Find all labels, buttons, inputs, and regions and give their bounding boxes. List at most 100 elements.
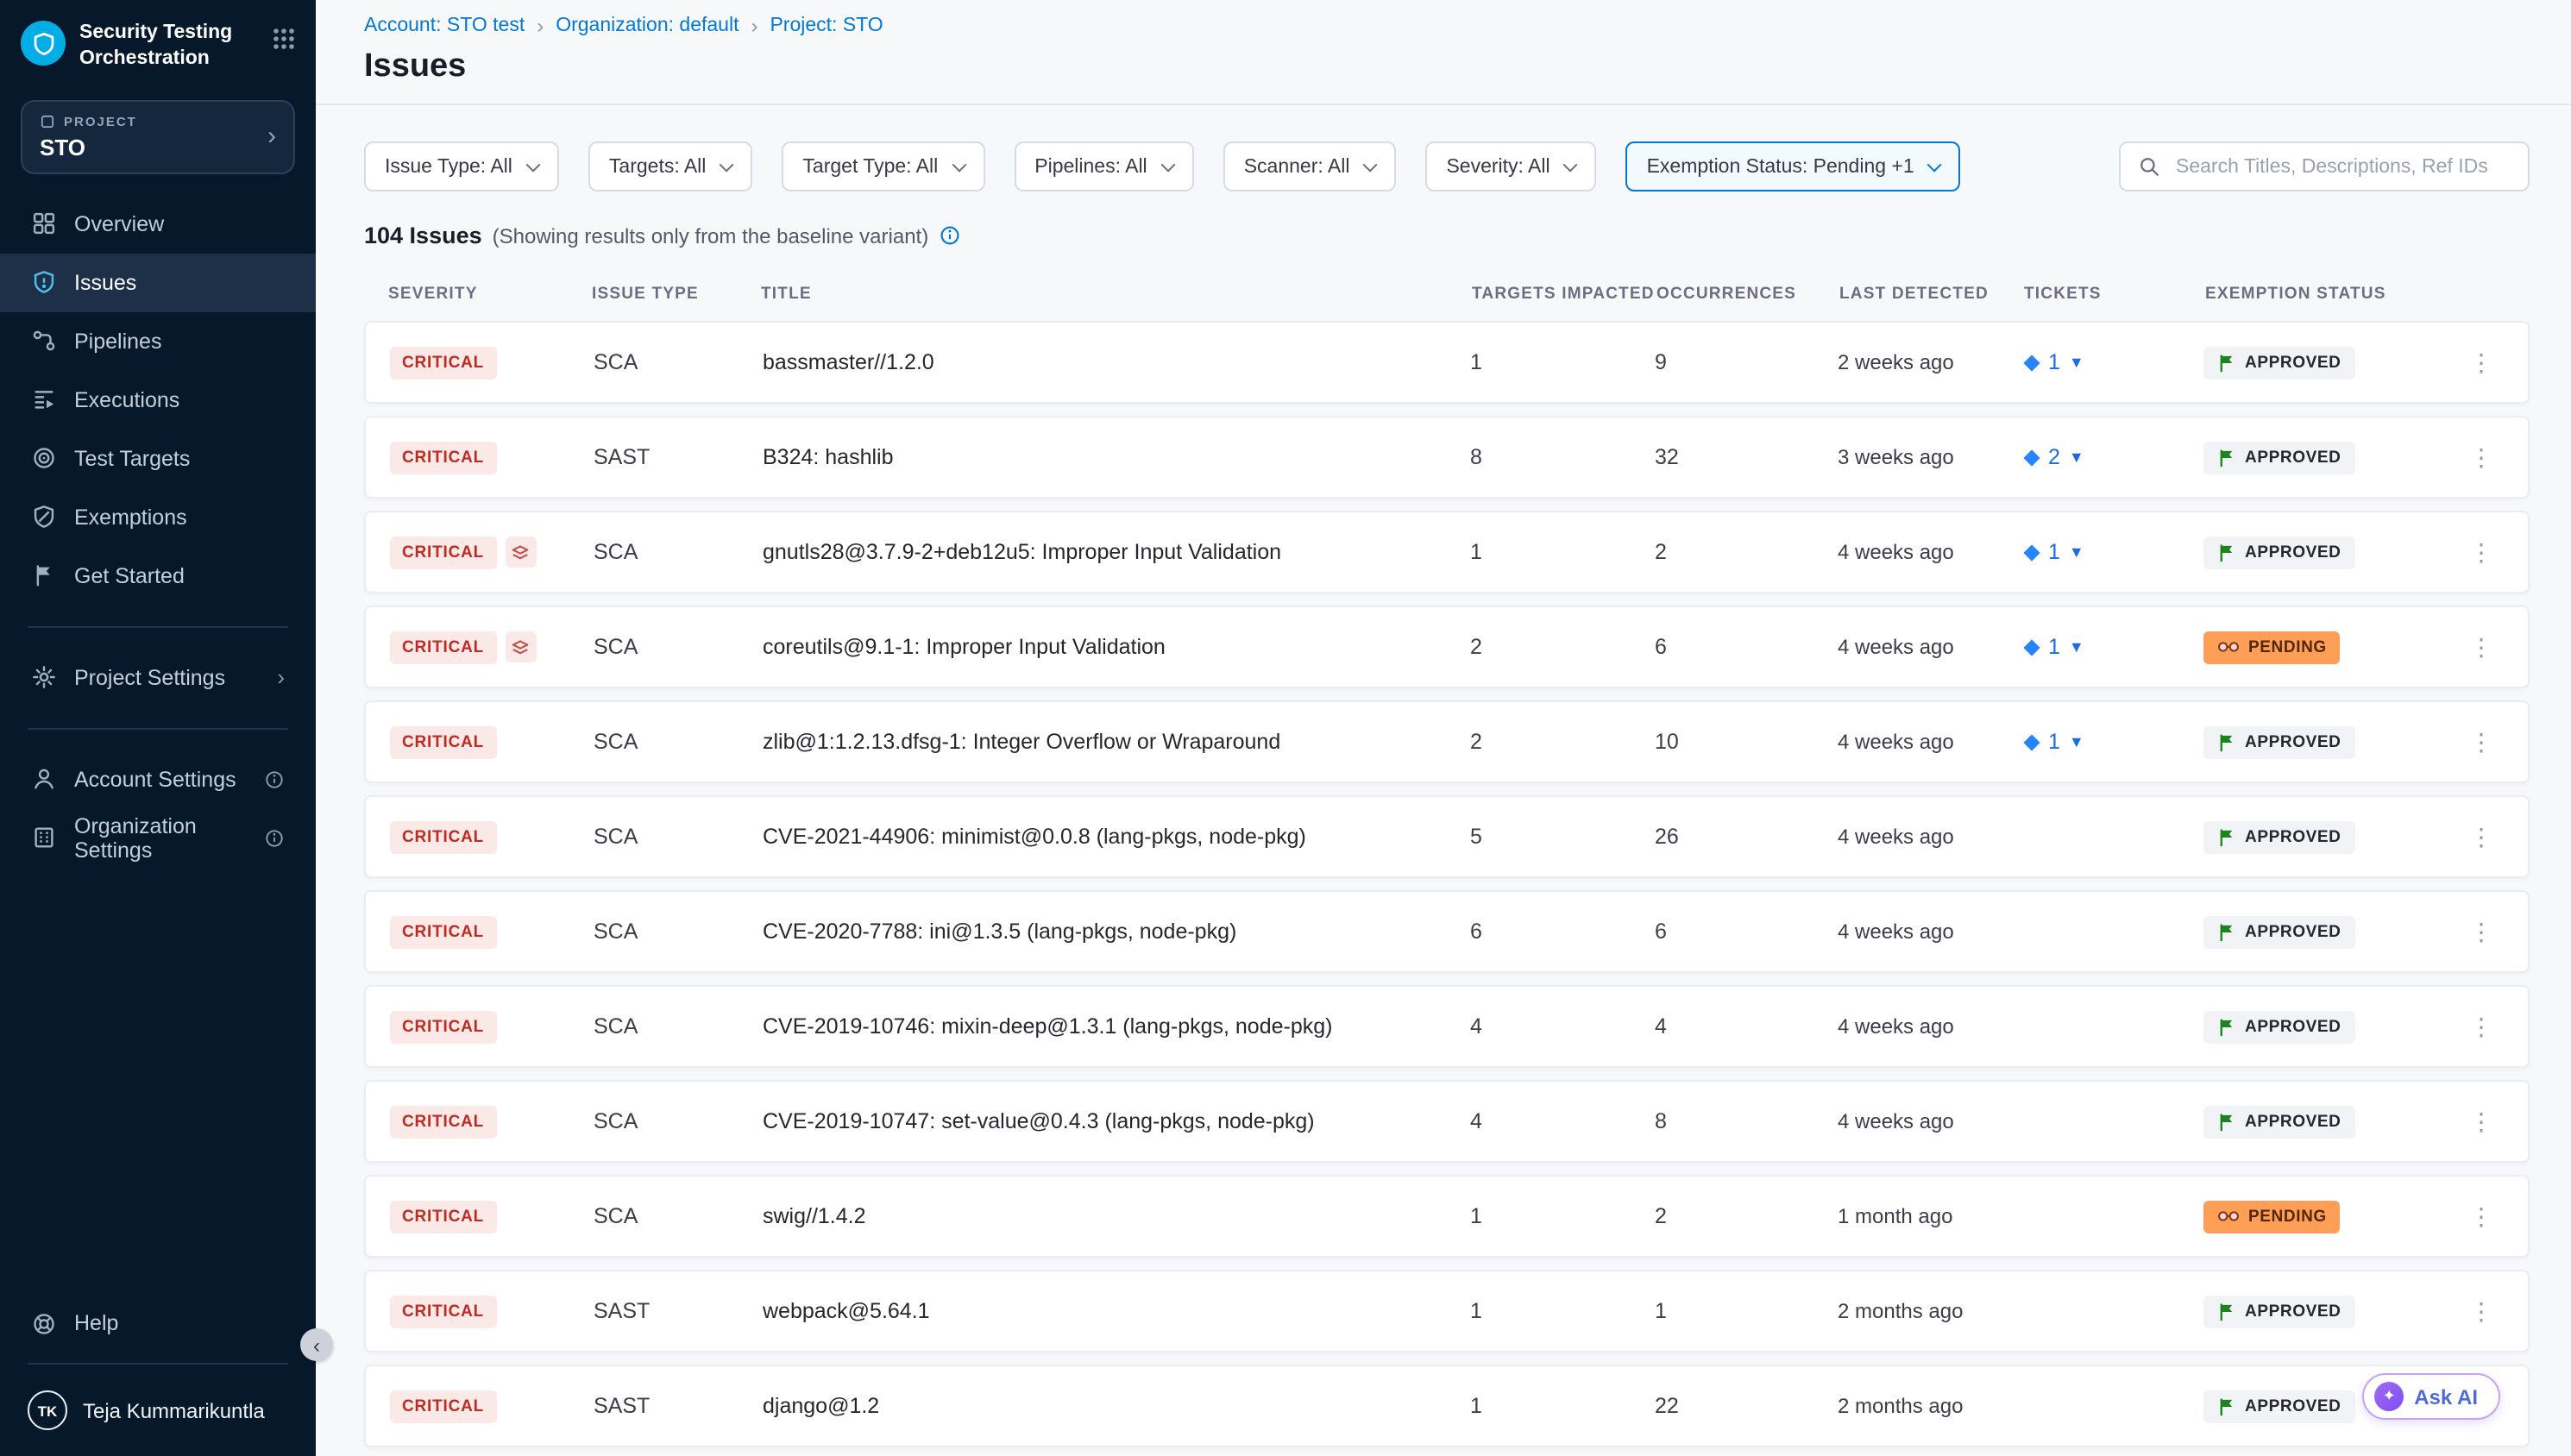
sidebar-item-organization-settings[interactable]: Organization Settings bbox=[0, 809, 316, 868]
row-menu-button[interactable]: ⋮ bbox=[2459, 442, 2504, 472]
issue-title[interactable]: CVE-2019-10746: mixin-deep@1.3.1 (lang-p… bbox=[763, 1014, 1470, 1039]
table-row[interactable]: CRITICAL SCA bassmaster//1.2.0 1 9 2 wee… bbox=[364, 321, 2530, 404]
search-input[interactable] bbox=[2172, 154, 2511, 179]
issue-type-cell: SAST bbox=[594, 1394, 763, 1418]
severity-badge: CRITICAL bbox=[390, 1390, 496, 1422]
table-row[interactable]: CRITICAL SCA gnutls28@3.7.9-2+deb12u5: I… bbox=[364, 511, 2530, 593]
ticket-cell[interactable]: 1 ▼ bbox=[2022, 540, 2203, 564]
chevron-down-icon bbox=[1160, 157, 1175, 172]
chevron-down-icon[interactable]: ▼ bbox=[2069, 354, 2084, 371]
sidebar-item-test-targets[interactable]: Test Targets bbox=[0, 430, 316, 488]
issue-title[interactable]: CVE-2019-10747: set-value@0.4.3 (lang-pk… bbox=[763, 1109, 1470, 1133]
sidebar-item-overview[interactable]: Overview bbox=[0, 195, 316, 254]
exemption-status-label: APPROVED bbox=[2245, 448, 2341, 467]
targets-impacted-cell: 5 bbox=[1470, 825, 1655, 849]
occurrences-cell: 32 bbox=[1655, 445, 1838, 469]
approved-flag-icon bbox=[2217, 1302, 2236, 1321]
issue-title[interactable]: zlib@1:1.2.13.dfsg-1: Integer Overflow o… bbox=[763, 730, 1470, 754]
row-menu-button[interactable]: ⋮ bbox=[2459, 1107, 2504, 1136]
table-row[interactable]: CRITICAL SAST django@1.2 1 22 2 months a… bbox=[364, 1365, 2530, 1447]
chevron-down-icon bbox=[525, 157, 540, 172]
filter-exemption-status[interactable]: Exemption Status: Pending +1 bbox=[1626, 141, 1961, 191]
jira-ticket-icon bbox=[2022, 732, 2041, 751]
issue-title[interactable]: coreutils@9.1-1: Improper Input Validati… bbox=[763, 635, 1470, 659]
filter-issue-type[interactable]: Issue Type: All bbox=[364, 141, 559, 191]
ticket-cell[interactable]: 1 ▼ bbox=[2022, 350, 2203, 374]
row-menu-button[interactable]: ⋮ bbox=[2459, 1012, 2504, 1041]
occurrences-cell: 2 bbox=[1655, 1204, 1838, 1228]
filter-target-type[interactable]: Target Type: All bbox=[782, 141, 984, 191]
breadcrumb-account[interactable]: Account: STO test bbox=[364, 16, 525, 36]
filter-severity[interactable]: Severity: All bbox=[1425, 141, 1596, 191]
chevron-down-icon[interactable]: ▼ bbox=[2069, 543, 2084, 561]
sidebar-item-account-settings[interactable]: Account Settings bbox=[0, 750, 316, 809]
filter-pipelines[interactable]: Pipelines: All bbox=[1014, 141, 1193, 191]
table-row[interactable]: CRITICAL SCA coreutils@9.1-1: Improper I… bbox=[364, 606, 2530, 688]
row-menu-button[interactable]: ⋮ bbox=[2459, 917, 2504, 946]
sidebar-item-pipelines[interactable]: Pipelines bbox=[0, 312, 316, 371]
table-row[interactable]: CRITICAL SCA zlib@1:1.2.13.dfsg-1: Integ… bbox=[364, 700, 2530, 783]
ask-ai-button[interactable]: ✦ Ask AI bbox=[2362, 1373, 2500, 1420]
sidebar-item-project-settings[interactable]: Project Settings › bbox=[0, 649, 316, 707]
page-title: Issues bbox=[364, 48, 2523, 86]
ticket-cell[interactable]: 1 ▼ bbox=[2022, 730, 2203, 754]
issue-title[interactable]: django@1.2 bbox=[763, 1394, 1470, 1418]
issue-title[interactable]: CVE-2020-7788: ini@1.3.5 (lang-pkgs, nod… bbox=[763, 919, 1470, 944]
issue-title[interactable]: swig//1.4.2 bbox=[763, 1204, 1470, 1228]
table-row[interactable]: CRITICAL SAST webpack@5.64.1 1 1 2 month… bbox=[364, 1270, 2530, 1352]
row-menu-button[interactable]: ⋮ bbox=[2459, 1202, 2504, 1231]
project-selector[interactable]: PROJECT STO › bbox=[21, 100, 295, 174]
pending-glasses-icon bbox=[2217, 1208, 2240, 1225]
sidebar-collapse-button[interactable]: ‹ bbox=[300, 1328, 333, 1361]
targets-impacted-cell: 1 bbox=[1470, 1299, 1655, 1323]
info-icon[interactable] bbox=[939, 224, 961, 247]
issue-title[interactable]: bassmaster//1.2.0 bbox=[763, 350, 1470, 374]
user-profile[interactable]: TK Teja Kummarikuntla bbox=[0, 1375, 316, 1446]
sidebar-item-exemptions[interactable]: Exemptions bbox=[0, 488, 316, 547]
approved-flag-icon bbox=[2217, 1396, 2236, 1415]
row-menu-button[interactable]: ⋮ bbox=[2459, 1296, 2504, 1326]
sidebar-item-help[interactable]: Help bbox=[0, 1294, 316, 1352]
severity-badge: CRITICAL bbox=[390, 1010, 496, 1043]
ticket-cell[interactable]: 1 ▼ bbox=[2022, 635, 2203, 659]
sidebar-item-get-started[interactable]: Get Started bbox=[0, 547, 316, 606]
row-menu-button[interactable]: ⋮ bbox=[2459, 348, 2504, 377]
filter-scanner[interactable]: Scanner: All bbox=[1223, 141, 1397, 191]
issue-count-note: (Showing results only from the baseline … bbox=[493, 223, 929, 248]
table-row[interactable]: CRITICAL SCA CVE-2019-10746: mixin-deep@… bbox=[364, 985, 2530, 1068]
occurrences-cell: 6 bbox=[1655, 919, 1838, 944]
table-row[interactable]: CRITICAL SCA CVE-2019-10747: set-value@0… bbox=[364, 1080, 2530, 1163]
issue-title[interactable]: webpack@5.64.1 bbox=[763, 1299, 1470, 1323]
issue-title[interactable]: CVE-2021-44906: minimist@0.0.8 (lang-pkg… bbox=[763, 825, 1470, 849]
app-switcher-icon[interactable] bbox=[273, 28, 295, 50]
approved-flag-icon bbox=[2217, 543, 2236, 562]
breadcrumb-organization[interactable]: Organization: default bbox=[556, 16, 739, 36]
row-menu-button[interactable]: ⋮ bbox=[2459, 537, 2504, 567]
user-name: Teja Kummarikuntla bbox=[83, 1398, 265, 1422]
filter-targets[interactable]: Targets: All bbox=[588, 141, 753, 191]
info-icon[interactable] bbox=[264, 769, 285, 790]
last-detected-cell: 1 month ago bbox=[1838, 1204, 2022, 1228]
chevron-down-icon[interactable]: ▼ bbox=[2069, 733, 2084, 750]
issue-type-cell: SCA bbox=[594, 730, 763, 754]
info-icon[interactable] bbox=[264, 828, 285, 849]
table-row[interactable]: CRITICAL SCA CVE-2021-44906: minimist@0.… bbox=[364, 795, 2530, 878]
col-header-issue-type: ISSUE TYPE bbox=[592, 285, 761, 304]
issue-title[interactable]: B324: hashlib bbox=[763, 445, 1470, 469]
table-row[interactable]: CRITICAL SCA swig//1.4.2 1 2 1 month ago… bbox=[364, 1175, 2530, 1258]
issue-type-cell: SCA bbox=[594, 350, 763, 374]
breadcrumb-project[interactable]: Project: STO bbox=[770, 16, 883, 36]
sidebar-item-executions[interactable]: Executions bbox=[0, 371, 316, 430]
row-menu-button[interactable]: ⋮ bbox=[2459, 632, 2504, 662]
table-row[interactable]: CRITICAL SCA CVE-2020-7788: ini@1.3.5 (l… bbox=[364, 890, 2530, 973]
ticket-cell[interactable]: 2 ▼ bbox=[2022, 445, 2203, 469]
search-box[interactable] bbox=[2119, 141, 2530, 191]
table-row[interactable]: CRITICAL SAST B324: hashlib 8 32 3 weeks… bbox=[364, 416, 2530, 499]
row-menu-button[interactable]: ⋮ bbox=[2459, 727, 2504, 756]
sidebar-item-issues[interactable]: Issues bbox=[0, 254, 316, 312]
issue-title[interactable]: gnutls28@3.7.9-2+deb12u5: Improper Input… bbox=[763, 540, 1470, 564]
row-menu-button[interactable]: ⋮ bbox=[2459, 822, 2504, 851]
chevron-down-icon[interactable]: ▼ bbox=[2069, 449, 2084, 466]
chevron-down-icon[interactable]: ▼ bbox=[2069, 638, 2084, 656]
col-header-targets-impacted: TARGETS IMPACTED bbox=[1472, 285, 1656, 304]
